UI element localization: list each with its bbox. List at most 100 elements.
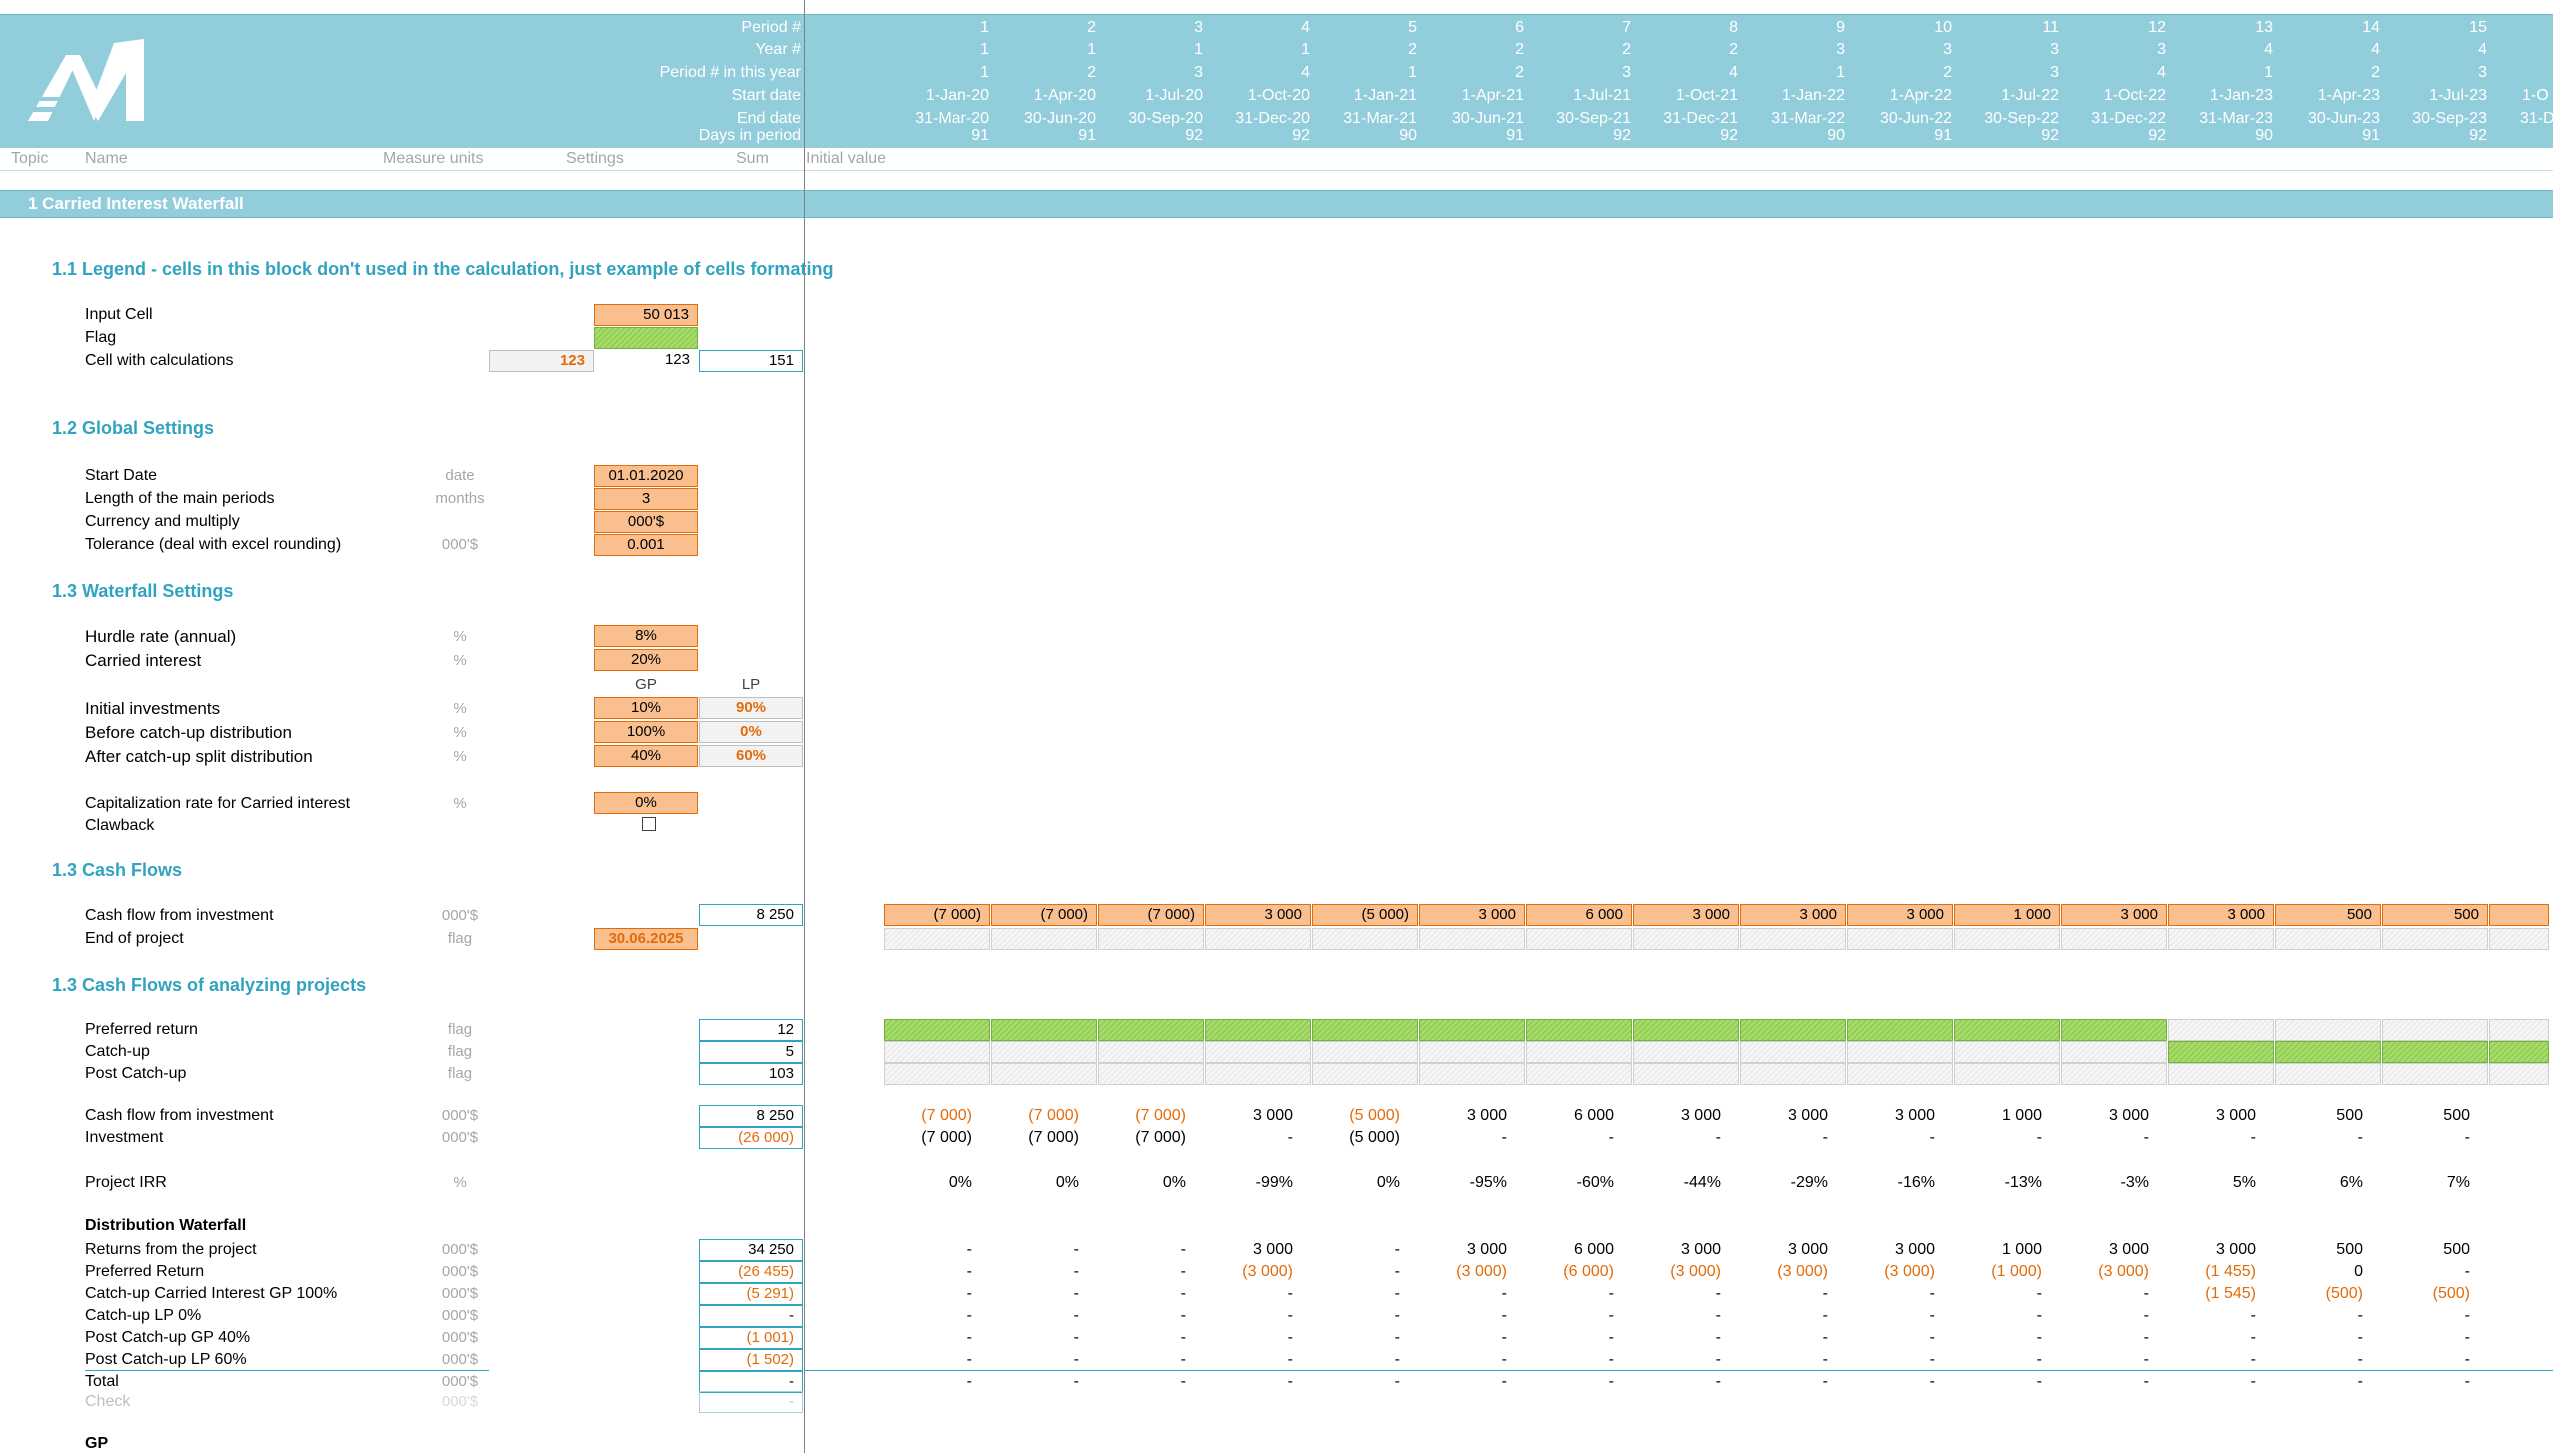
dist-cell[interactable]: - bbox=[1300, 1351, 1400, 1369]
flag-cell[interactable] bbox=[2382, 1019, 2488, 1041]
dist-cell[interactable]: - bbox=[979, 1241, 1079, 1259]
flag-cell[interactable] bbox=[2061, 1019, 2167, 1041]
dist-cell[interactable]: - bbox=[1728, 1329, 1828, 1347]
dist-cell[interactable]: - bbox=[1728, 1285, 1828, 1303]
cf-input-cell[interactable]: 1 000 bbox=[1954, 904, 2060, 926]
dist-cell[interactable]: - bbox=[1514, 1351, 1614, 1369]
flag-cell[interactable] bbox=[991, 1019, 1097, 1041]
flag-cell[interactable] bbox=[1847, 1063, 1953, 1085]
acf-cell[interactable]: 3 000 bbox=[2156, 1107, 2256, 1125]
flag-cell[interactable] bbox=[1633, 1041, 1739, 1063]
investment-sum[interactable]: (26 000) bbox=[699, 1127, 803, 1149]
dist-row-sum[interactable]: - bbox=[699, 1371, 803, 1393]
dist-cell[interactable]: - bbox=[872, 1263, 972, 1281]
investment-cell[interactable]: - bbox=[1407, 1129, 1507, 1147]
flag-cell[interactable] bbox=[2382, 1041, 2488, 1063]
acf-cell[interactable]: 6 000 bbox=[1514, 1107, 1614, 1125]
flag-cell[interactable] bbox=[1098, 1041, 1204, 1063]
clawback-checkbox[interactable] bbox=[642, 817, 656, 831]
section-header[interactable]: 1 Carried Interest Waterfall bbox=[0, 190, 2553, 218]
flag-cell[interactable] bbox=[991, 1063, 1097, 1085]
flag-cell[interactable] bbox=[2489, 1041, 2549, 1063]
dist-cell[interactable]: - bbox=[1728, 1351, 1828, 1369]
check-sum[interactable]: - bbox=[699, 1391, 803, 1413]
flag-cell[interactable] bbox=[2275, 1063, 2381, 1085]
flag-cell[interactable] bbox=[1954, 1041, 2060, 1063]
end-project-cell[interactable] bbox=[1419, 928, 1525, 950]
dist-cell[interactable]: - bbox=[1086, 1285, 1186, 1303]
dist-cell[interactable]: - bbox=[2263, 1351, 2363, 1369]
flag-cell[interactable] bbox=[2168, 1019, 2274, 1041]
cf-sum[interactable]: 8 250 bbox=[699, 904, 803, 926]
cf-input-cell[interactable]: (5 000) bbox=[1312, 904, 1418, 926]
flag-cell[interactable] bbox=[2489, 1063, 2549, 1085]
dist-cell[interactable]: - bbox=[1300, 1329, 1400, 1347]
cf-input-cell[interactable]: 500 bbox=[2275, 904, 2381, 926]
cf-input-cell[interactable]: 6 000 bbox=[1526, 904, 1632, 926]
cf-input-cell[interactable]: (7 000) bbox=[991, 904, 1097, 926]
acf-cell[interactable]: (7 000) bbox=[872, 1107, 972, 1125]
end-project-cell[interactable] bbox=[2275, 928, 2381, 950]
end-project-cell[interactable] bbox=[2382, 928, 2488, 950]
flag-cell[interactable] bbox=[1954, 1063, 2060, 1085]
legend-calc-cell-c[interactable]: 151 bbox=[699, 350, 803, 372]
flag-row-sum[interactable]: 103 bbox=[699, 1063, 803, 1085]
dist-cell[interactable]: - bbox=[2263, 1307, 2363, 1325]
cf-input-cell[interactable]: 3 000 bbox=[1205, 904, 1311, 926]
flag-cell[interactable] bbox=[884, 1063, 990, 1085]
dist-cell[interactable]: - bbox=[1407, 1329, 1507, 1347]
dist-cell[interactable]: - bbox=[2156, 1329, 2256, 1347]
dist-cell[interactable]: - bbox=[872, 1241, 972, 1259]
split-gp-input[interactable]: 10% bbox=[594, 697, 698, 719]
flag-cell[interactable] bbox=[2489, 1019, 2549, 1041]
dist-cell[interactable]: (3 000) bbox=[2049, 1263, 2149, 1281]
investment-cell[interactable]: (7 000) bbox=[979, 1129, 1079, 1147]
dist-cell[interactable]: - bbox=[979, 1329, 1079, 1347]
dist-cell[interactable]: - bbox=[1086, 1329, 1186, 1347]
end-project-cell[interactable] bbox=[884, 928, 990, 950]
dist-cell[interactable]: (500) bbox=[2263, 1285, 2363, 1303]
irr-cell[interactable]: -13% bbox=[1942, 1174, 2042, 1192]
dist-cell[interactable]: - bbox=[1407, 1307, 1507, 1325]
irr-cell[interactable]: -60% bbox=[1514, 1174, 1614, 1192]
cf-input-cell[interactable]: 3 000 bbox=[2061, 904, 2167, 926]
dist-cell[interactable]: - bbox=[1300, 1373, 1400, 1391]
flag-cell[interactable] bbox=[1205, 1041, 1311, 1063]
end-project-cell[interactable] bbox=[2168, 928, 2274, 950]
dist-cell[interactable]: - bbox=[1942, 1329, 2042, 1347]
investment-cell[interactable]: - bbox=[1835, 1129, 1935, 1147]
dist-cell[interactable]: - bbox=[1514, 1373, 1614, 1391]
dist-cell[interactable]: (6 000) bbox=[1514, 1263, 1614, 1281]
cap-rate-input[interactable]: 0% bbox=[594, 792, 698, 814]
acf-cell[interactable]: 3 000 bbox=[1407, 1107, 1507, 1125]
dist-cell[interactable]: 1 000 bbox=[1942, 1241, 2042, 1259]
investment-cell[interactable]: - bbox=[2370, 1129, 2470, 1147]
dist-cell[interactable]: - bbox=[1835, 1329, 1935, 1347]
dist-cell[interactable]: - bbox=[872, 1373, 972, 1391]
flag-cell[interactable] bbox=[1098, 1019, 1204, 1041]
flag-cell[interactable] bbox=[2061, 1063, 2167, 1085]
investment-cell[interactable]: - bbox=[2156, 1129, 2256, 1147]
legend-calc-cell-b[interactable]: 123 bbox=[594, 350, 698, 372]
dist-cell[interactable]: - bbox=[1193, 1285, 1293, 1303]
dist-row-sum[interactable]: (26 455) bbox=[699, 1261, 803, 1283]
dist-cell[interactable]: 500 bbox=[2263, 1241, 2363, 1259]
dist-cell[interactable]: - bbox=[979, 1285, 1079, 1303]
dist-cell[interactable]: - bbox=[1835, 1373, 1935, 1391]
dist-cell[interactable]: - bbox=[1621, 1329, 1721, 1347]
dist-cell[interactable]: - bbox=[1086, 1373, 1186, 1391]
acf-cell[interactable]: (7 000) bbox=[1086, 1107, 1186, 1125]
irr-cell[interactable]: 7% bbox=[2370, 1174, 2470, 1192]
dist-cell[interactable]: - bbox=[2049, 1373, 2149, 1391]
dist-cell[interactable]: - bbox=[1300, 1241, 1400, 1259]
dist-cell[interactable]: - bbox=[1942, 1351, 2042, 1369]
dist-cell[interactable]: - bbox=[1835, 1285, 1935, 1303]
flag-row-sum[interactable]: 12 bbox=[699, 1019, 803, 1041]
dist-cell[interactable]: - bbox=[979, 1263, 1079, 1281]
split-lp-cell[interactable]: 0% bbox=[699, 721, 803, 743]
dist-cell[interactable]: 3 000 bbox=[1728, 1241, 1828, 1259]
cf-input-cell[interactable]: 3 000 bbox=[1633, 904, 1739, 926]
dist-cell[interactable]: - bbox=[2370, 1351, 2470, 1369]
split-gp-input[interactable]: 100% bbox=[594, 721, 698, 743]
flag-cell[interactable] bbox=[1419, 1063, 1525, 1085]
